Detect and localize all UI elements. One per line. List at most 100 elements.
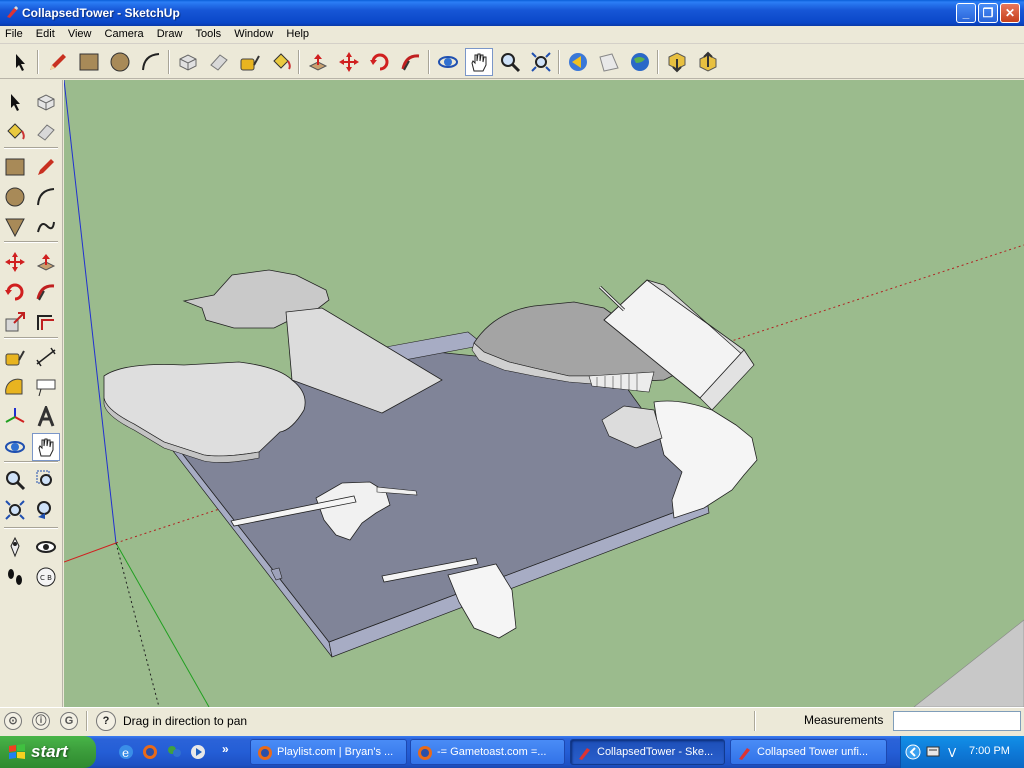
volume-icon[interactable]: V bbox=[945, 744, 961, 760]
task-gametoast[interactable]: -= Gametoast.com =... bbox=[410, 739, 565, 765]
menu-bar: File Edit View Camera Draw Tools Window … bbox=[0, 26, 1024, 44]
rotate-tool-button[interactable] bbox=[1, 278, 29, 306]
eraser-tool-button[interactable] bbox=[32, 118, 60, 146]
zoom-window-tool-button[interactable] bbox=[32, 466, 60, 494]
paint-bucket-button[interactable] bbox=[267, 48, 295, 76]
menu-help[interactable]: Help bbox=[281, 26, 314, 44]
menu-draw[interactable]: Draw bbox=[152, 26, 188, 44]
task-collapsedtower[interactable]: CollapsedTower - Ske... bbox=[570, 739, 725, 765]
eraser-icon bbox=[210, 54, 228, 71]
axes-tool-button[interactable] bbox=[1, 403, 29, 431]
geo-location-icon[interactable]: ⊙ bbox=[4, 712, 22, 730]
make-component-tool-button[interactable] bbox=[32, 88, 60, 116]
circle-tool-button[interactable] bbox=[1, 183, 29, 211]
follow-me-icon bbox=[36, 284, 55, 301]
rectangle-tool-button[interactable] bbox=[1, 153, 29, 181]
orbit-tool-button[interactable] bbox=[434, 48, 462, 76]
line-tool-button[interactable] bbox=[32, 153, 60, 181]
protractor-tool-button[interactable] bbox=[1, 373, 29, 401]
select-tool-button[interactable] bbox=[6, 48, 34, 76]
menu-file[interactable]: File bbox=[0, 26, 28, 44]
freehand-tool-button[interactable] bbox=[32, 213, 60, 241]
zoom-tool-button[interactable] bbox=[496, 48, 524, 76]
quick-launch-more[interactable]: » bbox=[222, 742, 229, 756]
instructor-help-icon[interactable]: ? bbox=[96, 711, 116, 731]
messenger-icon[interactable] bbox=[166, 744, 182, 760]
zoom-tool-button[interactable] bbox=[1, 466, 29, 494]
rectangle-icon bbox=[5, 158, 25, 176]
credits-icon[interactable]: ⓘ bbox=[32, 712, 50, 730]
tray-expand-icon[interactable] bbox=[905, 744, 921, 760]
firefox-icon[interactable] bbox=[142, 744, 158, 760]
3d-text-tool-button[interactable] bbox=[32, 403, 60, 431]
pan-tool-button[interactable] bbox=[465, 48, 493, 76]
get-models-button[interactable] bbox=[663, 48, 691, 76]
make-component-button[interactable] bbox=[174, 48, 202, 76]
follow-me-tool-button[interactable] bbox=[32, 278, 60, 306]
rectangle-tool-button[interactable] bbox=[75, 48, 103, 76]
walk-tool-button[interactable] bbox=[1, 563, 29, 591]
share-model-button[interactable] bbox=[694, 48, 722, 76]
drawing-viewport[interactable] bbox=[64, 80, 1024, 707]
task-collapsed-tower-unfinished[interactable]: Collapsed Tower unfi... bbox=[730, 739, 887, 765]
look-around-tool-button[interactable] bbox=[32, 533, 60, 561]
google-earth-button[interactable] bbox=[626, 48, 654, 76]
network-icon[interactable] bbox=[925, 744, 941, 760]
scale-tool-button[interactable] bbox=[1, 308, 29, 336]
paint-bucket-tool-button[interactable] bbox=[1, 118, 29, 146]
task-playlist[interactable]: Playlist.com | Bryan's ... bbox=[250, 739, 407, 765]
svg-text:C B: C B bbox=[40, 574, 52, 582]
sketchup-icon bbox=[739, 748, 750, 760]
minimize-button[interactable]: _ bbox=[956, 3, 976, 23]
dimension-tool-button[interactable] bbox=[32, 343, 60, 371]
dimension-icon bbox=[36, 347, 56, 367]
zoom-icon bbox=[501, 53, 521, 73]
previous-tool-button[interactable] bbox=[32, 496, 60, 524]
pencil-tool-button[interactable] bbox=[44, 48, 72, 76]
zoom-extents-tool-button[interactable] bbox=[1, 496, 29, 524]
previous-view-button[interactable] bbox=[564, 48, 592, 76]
position-camera-icon bbox=[10, 536, 20, 558]
offset-tool-button[interactable] bbox=[32, 308, 60, 336]
orbit-tool-button[interactable] bbox=[1, 433, 29, 461]
push-pull-tool-button[interactable] bbox=[32, 248, 60, 276]
rotate-tool-button[interactable] bbox=[366, 48, 394, 76]
menu-view[interactable]: View bbox=[63, 26, 97, 44]
arc-tool-button[interactable] bbox=[137, 48, 165, 76]
push-pull-button[interactable] bbox=[304, 48, 332, 76]
follow-me-button[interactable] bbox=[397, 48, 425, 76]
zoom-extents-button[interactable] bbox=[527, 48, 555, 76]
freehand-icon bbox=[37, 221, 55, 233]
position-camera-tool-button[interactable] bbox=[1, 533, 29, 561]
eraser-tool-button[interactable] bbox=[205, 48, 233, 76]
section-plane-tool-button[interactable]: C B bbox=[32, 563, 60, 591]
rotate-icon bbox=[370, 53, 389, 71]
media-player-icon[interactable] bbox=[190, 744, 206, 760]
line-icon bbox=[38, 159, 54, 175]
close-button[interactable]: ✕ bbox=[1000, 3, 1020, 23]
select-tool-button[interactable] bbox=[1, 88, 29, 116]
arc-tool-button[interactable] bbox=[32, 183, 60, 211]
pan-tool-button[interactable] bbox=[32, 433, 60, 461]
move-tool-button[interactable] bbox=[335, 48, 363, 76]
model-canvas[interactable] bbox=[64, 80, 1024, 707]
menu-edit[interactable]: Edit bbox=[31, 26, 60, 44]
circle-tool-button[interactable] bbox=[106, 48, 134, 76]
text-tool-button[interactable] bbox=[32, 373, 60, 401]
start-button[interactable]: start bbox=[0, 736, 96, 768]
left-toolbar: C B bbox=[0, 80, 63, 707]
internet-explorer-icon[interactable]: e bbox=[118, 744, 134, 760]
measurements-input[interactable] bbox=[893, 711, 1021, 731]
menu-tools[interactable]: Tools bbox=[190, 26, 226, 44]
move-tool-button[interactable] bbox=[1, 248, 29, 276]
menu-window[interactable]: Window bbox=[229, 26, 278, 44]
polygon-tool-button[interactable] bbox=[1, 213, 29, 241]
next-view-button[interactable] bbox=[595, 48, 623, 76]
tape-measure-button[interactable] bbox=[236, 48, 264, 76]
maximize-button[interactable]: ❐ bbox=[978, 3, 998, 23]
tape-measure-tool-button[interactable] bbox=[1, 343, 29, 371]
window-title: CollapsedTower - SketchUp bbox=[22, 6, 180, 20]
pan-icon bbox=[471, 53, 487, 72]
menu-camera[interactable]: Camera bbox=[100, 26, 149, 44]
google-sign-in-icon[interactable]: G bbox=[60, 712, 78, 730]
